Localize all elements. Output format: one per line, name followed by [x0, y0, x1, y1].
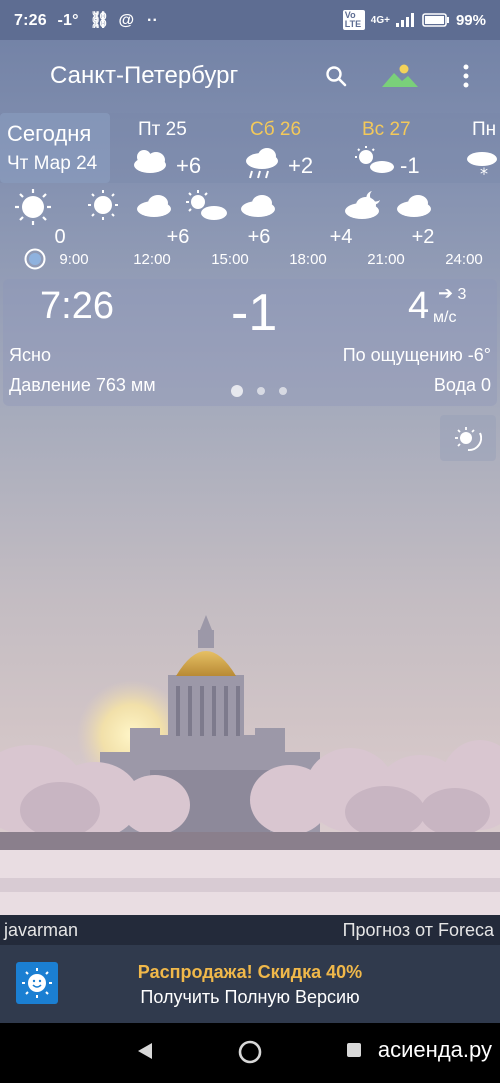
moon-cloud-icon — [345, 191, 380, 219]
sun-orbit-icon — [455, 427, 482, 452]
day-today[interactable]: Сегодня Чт Мар 24 — [0, 113, 110, 183]
search-button[interactable] — [318, 58, 354, 94]
wind-unit: м/с — [433, 309, 457, 326]
watermark-text: асиенда.ру — [377, 1037, 492, 1062]
current-temp: -1 — [231, 284, 278, 342]
current-time: 7:26 — [40, 285, 114, 327]
promo-banner[interactable]: Распродажа! Скидка 40% Получить Полную В… — [0, 945, 500, 1023]
hour-time: 9:00 — [59, 251, 89, 268]
back-icon[interactable] — [136, 1041, 154, 1061]
sun-icon — [88, 190, 118, 220]
current-hour-marker-icon — [24, 248, 46, 270]
overflow-menu-button[interactable] — [454, 58, 478, 94]
status-left: 7:26 -1° ⛓ @ ·· — [14, 10, 158, 30]
day-item[interactable]: Сб 26 +2 — [240, 119, 350, 183]
cloud-icon — [137, 195, 171, 217]
page-dot[interactable] — [231, 385, 243, 397]
hour-temp: +6 — [166, 226, 190, 248]
page-indicator — [231, 385, 287, 397]
search-icon — [326, 66, 347, 87]
water-temp: Вода 0 — [433, 375, 491, 395]
wind-direction: ➔ 3 — [438, 283, 466, 304]
today-date: Чт Мар 24 — [7, 153, 98, 174]
at-icon: @ — [118, 12, 135, 29]
day-label: Сб 26 — [250, 119, 302, 140]
cloud-icon — [397, 195, 431, 217]
day-item[interactable]: Пт 25 +6 — [128, 119, 238, 183]
day-label: Пн — [472, 119, 497, 140]
rain-cloud-icon — [246, 148, 278, 179]
status-right: Vo LTE 4G+ 99% — [342, 10, 486, 30]
hourly-forecast: 0 +6 +6 +4 +2 9:00 12:00 15:00 18:00 21:… — [0, 184, 500, 270]
battery-icon — [422, 13, 449, 27]
hour-time: 12:00 — [133, 251, 171, 268]
feels-like: По ощущению -6° — [342, 345, 491, 365]
partly-cloudy-icon — [134, 150, 166, 173]
promo-title: Распродажа! Скидка 40% — [137, 962, 363, 982]
signal-icon — [395, 13, 414, 27]
more-vert-icon — [463, 64, 469, 88]
sun-moon-button[interactable] — [440, 415, 496, 461]
cloud-icon — [241, 195, 275, 217]
sun-cloud-icon — [355, 146, 394, 173]
app-bar: Санкт-Петербург — [0, 40, 500, 112]
hour-time: 15:00 — [211, 251, 249, 268]
promo-subtitle: Получить Полную Версию — [140, 987, 360, 1007]
sun-icon — [15, 189, 51, 225]
photo-author[interactable]: javarman — [4, 920, 78, 941]
hour-time: 24:00 — [445, 251, 483, 268]
hour-temp: +6 — [247, 226, 271, 248]
day-item[interactable]: Пн * — [462, 119, 500, 183]
day-item[interactable]: Вс 27 -1 — [352, 119, 462, 183]
svg-text:*: * — [480, 164, 488, 181]
status-time: 7:26 — [14, 12, 47, 29]
day-temp: +2 — [288, 153, 314, 178]
arrow-right-icon: ➔ — [438, 283, 454, 303]
hour-temp: 0 — [54, 226, 66, 248]
sun-cloud-icon — [186, 190, 227, 220]
status-bar: 7:26 -1° ⛓ @ ·· Vo LTE 4G+ 99% — [0, 0, 500, 40]
page-dot[interactable] — [279, 387, 287, 395]
condition-text: Ясно — [9, 345, 51, 365]
day-temp: +6 — [176, 153, 202, 178]
network-type: 4G+ — [370, 14, 390, 26]
background-picker-button[interactable] — [380, 58, 420, 94]
current-conditions-card[interactable]: 7:26 -1 4 ➔ 3 м/с Ясно По ощущению -6° Д… — [3, 279, 497, 406]
daily-forecast: Сегодня Чт Мар 24 Пт 25 +6 Сб 26 +2 Вс 2… — [0, 113, 500, 183]
hour-time: 21:00 — [367, 251, 405, 268]
hour-time: 18:00 — [289, 251, 327, 268]
wind-direction-value: 3 — [457, 286, 467, 303]
city-title[interactable]: Санкт-Петербург — [50, 62, 238, 90]
pressure: Давление 763 мм — [9, 375, 156, 395]
weather-app-screen: 7:26 -1° ⛓ @ ·· Vo LTE 4G+ 99% Санкт-Пет… — [0, 0, 500, 1083]
attribution-bar: javarman Прогноз от Foreca — [0, 915, 500, 945]
forecast-provider[interactable]: Прогноз от Foreca — [343, 920, 494, 941]
link-icon: ⛓ — [89, 12, 110, 29]
day-label: Пт 25 — [138, 119, 187, 140]
system-nav-bar: асиенда.ру — [0, 1023, 500, 1083]
battery-level: 99% — [455, 11, 486, 29]
hour-temp: +2 — [411, 226, 435, 248]
home-icon[interactable] — [238, 1040, 262, 1064]
volte-icon: Vo LTE — [342, 10, 365, 30]
today-label: Сегодня — [7, 121, 92, 146]
landscape-icon — [382, 64, 418, 87]
hour-temp: +4 — [329, 226, 353, 248]
status-temp: -1° — [57, 12, 79, 29]
page-dot[interactable] — [257, 387, 265, 395]
day-temp: -1 — [400, 153, 420, 178]
day-label: Вс 27 — [362, 119, 411, 140]
more-notifications-icon: ·· — [147, 12, 159, 29]
recents-icon[interactable] — [345, 1041, 363, 1059]
wind-speed: 4 — [408, 285, 430, 327]
snow-cloud-icon: * — [467, 152, 497, 181]
